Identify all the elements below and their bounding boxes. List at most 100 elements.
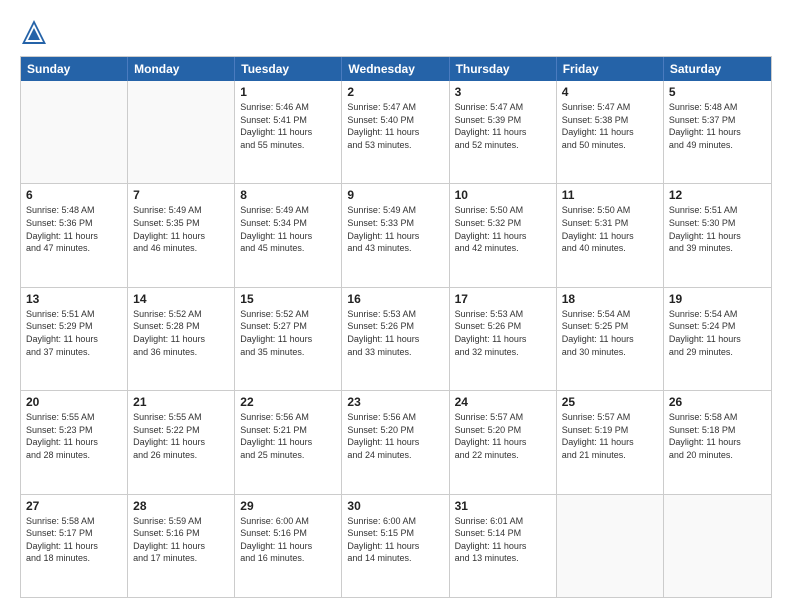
day-number: 20 — [26, 395, 122, 409]
day-info: Sunrise: 6:00 AM Sunset: 5:15 PM Dayligh… — [347, 515, 443, 565]
page: SundayMondayTuesdayWednesdayThursdayFrid… — [0, 0, 792, 612]
day-info: Sunrise: 5:58 AM Sunset: 5:17 PM Dayligh… — [26, 515, 122, 565]
header-day-wednesday: Wednesday — [342, 57, 449, 81]
day-number: 15 — [240, 292, 336, 306]
day-info: Sunrise: 6:01 AM Sunset: 5:14 PM Dayligh… — [455, 515, 551, 565]
day-number: 22 — [240, 395, 336, 409]
day-cell-13: 13 Sunrise: 5:51 AM Sunset: 5:29 PM Dayli… — [21, 288, 128, 390]
day-info: Sunrise: 5:53 AM Sunset: 5:26 PM Dayligh… — [347, 308, 443, 358]
day-number: 25 — [562, 395, 658, 409]
day-cell-6: 6 Sunrise: 5:48 AM Sunset: 5:36 PM Daylig… — [21, 184, 128, 286]
day-number: 3 — [455, 85, 551, 99]
day-number: 2 — [347, 85, 443, 99]
day-info: Sunrise: 5:50 AM Sunset: 5:31 PM Dayligh… — [562, 204, 658, 254]
header — [20, 18, 772, 46]
day-number: 30 — [347, 499, 443, 513]
day-cell-20: 20 Sunrise: 5:55 AM Sunset: 5:23 PM Dayli… — [21, 391, 128, 493]
day-number: 24 — [455, 395, 551, 409]
empty-cell — [21, 81, 128, 183]
day-number: 5 — [669, 85, 766, 99]
week-row-4: 20 Sunrise: 5:55 AM Sunset: 5:23 PM Dayli… — [21, 390, 771, 493]
day-cell-2: 2 Sunrise: 5:47 AM Sunset: 5:40 PM Daylig… — [342, 81, 449, 183]
header-day-monday: Monday — [128, 57, 235, 81]
day-number: 16 — [347, 292, 443, 306]
day-info: Sunrise: 5:47 AM Sunset: 5:38 PM Dayligh… — [562, 101, 658, 151]
empty-cell — [664, 495, 771, 597]
calendar: SundayMondayTuesdayWednesdayThursdayFrid… — [20, 56, 772, 598]
day-info: Sunrise: 5:50 AM Sunset: 5:32 PM Dayligh… — [455, 204, 551, 254]
day-info: Sunrise: 5:59 AM Sunset: 5:16 PM Dayligh… — [133, 515, 229, 565]
day-info: Sunrise: 5:52 AM Sunset: 5:27 PM Dayligh… — [240, 308, 336, 358]
day-cell-22: 22 Sunrise: 5:56 AM Sunset: 5:21 PM Dayli… — [235, 391, 342, 493]
day-cell-5: 5 Sunrise: 5:48 AM Sunset: 5:37 PM Daylig… — [664, 81, 771, 183]
day-cell-11: 11 Sunrise: 5:50 AM Sunset: 5:31 PM Dayli… — [557, 184, 664, 286]
day-number: 28 — [133, 499, 229, 513]
day-info: Sunrise: 5:49 AM Sunset: 5:33 PM Dayligh… — [347, 204, 443, 254]
day-number: 14 — [133, 292, 229, 306]
day-cell-25: 25Sunrise: 5:57 AM Sunset: 5:19 PM Dayli… — [557, 391, 664, 493]
logo-icon — [20, 18, 48, 46]
day-info: Sunrise: 5:55 AM Sunset: 5:22 PM Dayligh… — [133, 411, 229, 461]
day-cell-17: 17 Sunrise: 5:53 AM Sunset: 5:26 PM Dayli… — [450, 288, 557, 390]
day-cell-18: 18Sunrise: 5:54 AM Sunset: 5:25 PM Dayli… — [557, 288, 664, 390]
day-info: Sunrise: 5:49 AM Sunset: 5:34 PM Dayligh… — [240, 204, 336, 254]
day-number: 21 — [133, 395, 229, 409]
header-day-tuesday: Tuesday — [235, 57, 342, 81]
day-cell-4: 4 Sunrise: 5:47 AM Sunset: 5:38 PM Daylig… — [557, 81, 664, 183]
day-number: 31 — [455, 499, 551, 513]
day-number: 11 — [562, 188, 658, 202]
day-number: 9 — [347, 188, 443, 202]
day-cell-26: 26 Sunrise: 5:58 AM Sunset: 5:18 PM Dayli… — [664, 391, 771, 493]
day-number: 6 — [26, 188, 122, 202]
day-cell-7: 7Sunrise: 5:49 AM Sunset: 5:35 PM Daylig… — [128, 184, 235, 286]
empty-cell — [557, 495, 664, 597]
day-number: 18 — [562, 292, 658, 306]
day-number: 13 — [26, 292, 122, 306]
day-info: Sunrise: 5:56 AM Sunset: 5:20 PM Dayligh… — [347, 411, 443, 461]
day-cell-10: 10 Sunrise: 5:50 AM Sunset: 5:32 PM Dayli… — [450, 184, 557, 286]
day-cell-23: 23 Sunrise: 5:56 AM Sunset: 5:20 PM Dayli… — [342, 391, 449, 493]
day-cell-3: 3 Sunrise: 5:47 AM Sunset: 5:39 PM Daylig… — [450, 81, 557, 183]
day-cell-9: 9 Sunrise: 5:49 AM Sunset: 5:33 PM Daylig… — [342, 184, 449, 286]
calendar-body: 1Sunrise: 5:46 AM Sunset: 5:41 PM Daylig… — [21, 81, 771, 597]
week-row-3: 13 Sunrise: 5:51 AM Sunset: 5:29 PM Dayli… — [21, 287, 771, 390]
day-cell-21: 21 Sunrise: 5:55 AM Sunset: 5:22 PM Dayli… — [128, 391, 235, 493]
day-number: 7 — [133, 188, 229, 202]
day-number: 10 — [455, 188, 551, 202]
day-number: 1 — [240, 85, 336, 99]
day-info: Sunrise: 5:48 AM Sunset: 5:36 PM Dayligh… — [26, 204, 122, 254]
empty-cell — [128, 81, 235, 183]
day-cell-15: 15 Sunrise: 5:52 AM Sunset: 5:27 PM Dayli… — [235, 288, 342, 390]
day-cell-27: 27 Sunrise: 5:58 AM Sunset: 5:17 PM Dayli… — [21, 495, 128, 597]
day-number: 23 — [347, 395, 443, 409]
day-info: Sunrise: 5:53 AM Sunset: 5:26 PM Dayligh… — [455, 308, 551, 358]
day-number: 27 — [26, 499, 122, 513]
day-cell-24: 24 Sunrise: 5:57 AM Sunset: 5:20 PM Dayli… — [450, 391, 557, 493]
day-info: Sunrise: 5:51 AM Sunset: 5:29 PM Dayligh… — [26, 308, 122, 358]
day-cell-28: 28 Sunrise: 5:59 AM Sunset: 5:16 PM Dayli… — [128, 495, 235, 597]
day-number: 4 — [562, 85, 658, 99]
day-number: 12 — [669, 188, 766, 202]
week-row-2: 6 Sunrise: 5:48 AM Sunset: 5:36 PM Daylig… — [21, 183, 771, 286]
calendar-header: SundayMondayTuesdayWednesdayThursdayFrid… — [21, 57, 771, 81]
day-info: Sunrise: 5:55 AM Sunset: 5:23 PM Dayligh… — [26, 411, 122, 461]
day-cell-16: 16 Sunrise: 5:53 AM Sunset: 5:26 PM Dayli… — [342, 288, 449, 390]
day-info: Sunrise: 5:54 AM Sunset: 5:24 PM Dayligh… — [669, 308, 766, 358]
day-info: Sunrise: 5:51 AM Sunset: 5:30 PM Dayligh… — [669, 204, 766, 254]
day-info: Sunrise: 5:47 AM Sunset: 5:39 PM Dayligh… — [455, 101, 551, 151]
day-number: 8 — [240, 188, 336, 202]
day-number: 29 — [240, 499, 336, 513]
day-info: Sunrise: 5:58 AM Sunset: 5:18 PM Dayligh… — [669, 411, 766, 461]
day-info: Sunrise: 5:47 AM Sunset: 5:40 PM Dayligh… — [347, 101, 443, 151]
day-info: Sunrise: 5:57 AM Sunset: 5:20 PM Dayligh… — [455, 411, 551, 461]
day-number: 17 — [455, 292, 551, 306]
day-info: Sunrise: 6:00 AM Sunset: 5:16 PM Dayligh… — [240, 515, 336, 565]
day-info: Sunrise: 5:52 AM Sunset: 5:28 PM Dayligh… — [133, 308, 229, 358]
day-info: Sunrise: 5:56 AM Sunset: 5:21 PM Dayligh… — [240, 411, 336, 461]
day-cell-29: 29 Sunrise: 6:00 AM Sunset: 5:16 PM Dayli… — [235, 495, 342, 597]
day-info: Sunrise: 5:48 AM Sunset: 5:37 PM Dayligh… — [669, 101, 766, 151]
header-day-saturday: Saturday — [664, 57, 771, 81]
day-cell-30: 30 Sunrise: 6:00 AM Sunset: 5:15 PM Dayli… — [342, 495, 449, 597]
day-number: 26 — [669, 395, 766, 409]
header-day-friday: Friday — [557, 57, 664, 81]
